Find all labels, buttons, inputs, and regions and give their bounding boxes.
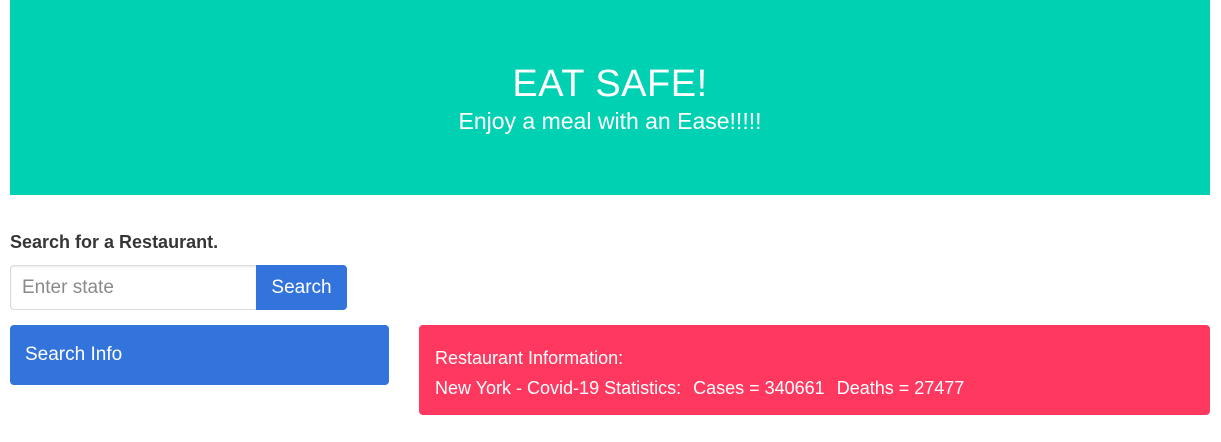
hero-banner: EAT SAFE! Enjoy a meal with an Ease!!!!!: [10, 0, 1210, 195]
covid-deaths: Deaths = 27477: [836, 378, 965, 398]
hero-title: EAT SAFE!: [512, 63, 708, 105]
search-button[interactable]: Search: [256, 265, 347, 310]
covid-stats-line: New York - Covid-19 Statistics: Cases = 3…: [435, 373, 1194, 403]
search-form: Search: [10, 265, 347, 310]
search-heading: Search for a Restaurant.: [10, 232, 219, 252]
search-info-label: Search Info: [25, 344, 123, 365]
covid-stats-prefix: New York - Covid-19 Statistics:: [435, 378, 682, 398]
search-info-box: Search Info: [10, 325, 389, 385]
covid-cases: Cases = 340661: [693, 378, 825, 398]
hero-subtitle: Enjoy a meal with an Ease!!!!!: [458, 108, 762, 134]
restaurant-info-box: Restaurant Information: New York - Covid…: [419, 325, 1210, 415]
restaurant-info-heading: Restaurant Information:: [435, 348, 624, 368]
state-search-input[interactable]: [10, 265, 256, 310]
